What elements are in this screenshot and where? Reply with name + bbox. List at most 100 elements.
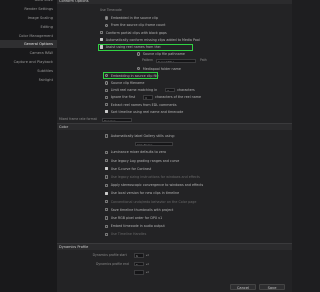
radio-button[interactable]	[137, 52, 141, 56]
checkbox[interactable]	[105, 110, 109, 114]
mixed-frame-rate-label: Mixed frame rate format	[59, 117, 97, 121]
conform-option-row[interactable]: Conform partial clips with black gaps	[100, 30, 167, 36]
conform-option-row[interactable]: Source clip file pathname	[137, 51, 185, 57]
dynamics-value-input[interactable]	[134, 270, 144, 275]
color-option-row[interactable]: Use legacy sizing instructions for windo…	[105, 174, 200, 180]
checkbox[interactable]	[105, 183, 109, 187]
dynamics-value-input[interactable]: 1	[134, 261, 144, 267]
number-input[interactable]: 0	[165, 87, 176, 93]
dynamics-value-input[interactable]: 1	[134, 253, 144, 258]
sidebar-item-editing[interactable]: Editing	[0, 23, 57, 31]
option-label: Use RGB pixel order for DPX v1	[110, 216, 163, 220]
option-label: Save timeline thumbnails with project	[110, 207, 174, 212]
gallery-label-select[interactable]: Clip Name	[135, 141, 173, 147]
sidebar-item-capture-and-playback[interactable]: Capture and Playback	[0, 58, 57, 66]
option-suffix: characters	[177, 88, 195, 93]
cancel-button[interactable]: Cancel	[230, 283, 256, 290]
sidebar-item-camera-raw[interactable]: Camera RAW	[0, 49, 57, 57]
option-suffix: characters of the reel name	[155, 95, 202, 100]
checkbox[interactable]	[105, 95, 109, 99]
dynamics-label: Dynamics profile start	[92, 253, 127, 257]
checkbox[interactable]	[100, 31, 104, 35]
checkbox[interactable]	[105, 175, 109, 179]
conform-option-row[interactable]: From the source clip frame count	[105, 22, 165, 28]
checkbox[interactable]	[105, 150, 109, 154]
stepper-arrows-icon[interactable]: ▴▾	[146, 270, 149, 274]
color-option-row[interactable]: Automatically label Gallery stills using…	[105, 133, 175, 139]
radio-button[interactable]	[105, 16, 109, 20]
color-option-row[interactable]: Embed timecode in audio output	[105, 223, 165, 229]
option-label: Sort timeline using reel name and timeco…	[110, 109, 184, 114]
radio-button[interactable]	[137, 66, 141, 71]
option-label: Limit reel name matching in	[110, 88, 158, 93]
color-option-row[interactable]: Luminance mixer defaults to zero	[105, 149, 166, 155]
option-label: Extract reel names from EDL comments	[110, 102, 177, 107]
checkbox[interactable]	[105, 88, 109, 92]
pattern-label: Pattern	[142, 58, 154, 63]
checkbox[interactable]	[105, 200, 109, 204]
settings-sidebar: Auto Save Render Settings Image Scaling Edi…	[0, 0, 57, 292]
option-label: Automatically conform missing clips adde…	[105, 37, 200, 42]
sidebar-item-render-settings[interactable]: Render Settings	[0, 5, 57, 13]
option-label: Use local version for new clips in timel…	[110, 191, 180, 196]
checkbox[interactable]	[105, 191, 109, 195]
pattern-input[interactable]: %reel(D%)	[156, 58, 196, 64]
conform-option-row[interactable]: Source clip filename	[105, 80, 144, 86]
color-option-row[interactable]: Conventional undo/redo behavior on the C…	[105, 199, 196, 205]
option-label: From the source clip frame count	[110, 23, 166, 28]
option-label: Use Timeline Handles	[110, 232, 147, 237]
checkbox[interactable]	[105, 167, 109, 171]
option-label: Source clip filename	[110, 81, 145, 85]
option-label: Conform partial clips with black gaps	[105, 30, 167, 35]
conform-section-header: Conform Options	[57, 0, 292, 4]
checkbox[interactable]	[105, 208, 109, 212]
conform-option-row[interactable]: Embedded in the source clip	[105, 15, 158, 21]
color-option-row[interactable]: Use Timeline Handles	[105, 231, 146, 237]
option-label: Source clip file pathname	[142, 52, 185, 57]
option-label: Mediapool folder name	[142, 66, 181, 71]
sidebar-item-general-options[interactable]: General Options	[0, 40, 57, 49]
timecode-label: Use Timecode	[100, 8, 122, 12]
radio-button[interactable]	[105, 81, 109, 85]
option-label: Apply stereoscopic convergence to window…	[110, 183, 204, 188]
conform-option-row[interactable]: Automatically conform missing clips adde…	[100, 37, 200, 43]
checkbox[interactable]	[100, 38, 104, 42]
option-label: Use legacy Log grading ranges and curve	[110, 158, 180, 163]
footer-bar: Cancel Save	[57, 282, 292, 292]
conform-option-row[interactable]: Sort timeline using reel name and timeco…	[105, 109, 183, 115]
pattern-path-label: Path	[200, 58, 207, 63]
checkbox[interactable]	[105, 159, 109, 163]
save-button[interactable]: Save	[259, 283, 285, 290]
color-option-row[interactable]: Use RGB pixel order for DPX v1	[105, 215, 162, 221]
number-input[interactable]: 0	[143, 95, 154, 100]
option-label: Luminance mixer defaults to zero	[110, 150, 166, 155]
color-section-header: Color	[57, 123, 292, 130]
mixed-frame-rate-select[interactable]: Resolve	[102, 117, 132, 123]
sidebar-item-subtitles[interactable]: Subtitles	[0, 67, 57, 75]
stepper-arrows-icon[interactable]: ▴▾	[146, 262, 149, 266]
color-option-row[interactable]: Use legacy Log grading ranges and curve	[105, 158, 179, 164]
sidebar-item-color-management[interactable]: Color Management	[0, 32, 57, 40]
radio-button[interactable]	[105, 23, 109, 28]
sidebar-item-fairlight[interactable]: Fairlight	[0, 76, 57, 84]
checkbox[interactable]	[105, 103, 109, 107]
conform-option-row[interactable]: Limit reel name matching in 0 characters	[105, 87, 195, 93]
conform-option-row[interactable]: Extract reel names from EDL comments	[105, 102, 177, 108]
sidebar-item-image-scaling[interactable]: Image Scaling	[0, 14, 57, 22]
conform-option-row[interactable]: Mediapool folder name	[137, 66, 181, 72]
option-label: Automatically label Gallery stills using…	[110, 134, 175, 138]
conform-option-row[interactable]: Ignore the first 0 characters of the reel …	[105, 94, 201, 100]
option-label: Conventional undo/redo behavior on the C…	[110, 199, 197, 204]
checkbox[interactable]	[105, 232, 109, 236]
color-option-row[interactable]: Use local version for new clips in timel…	[105, 190, 179, 196]
sidebar-item-auto-save[interactable]: Auto Save	[0, 0, 57, 4]
stepper-arrows-icon[interactable]: ▴▾	[146, 253, 149, 257]
option-label: Use legacy sizing instructions for windo…	[110, 175, 200, 179]
checkbox[interactable]	[105, 134, 109, 138]
checkbox[interactable]	[105, 224, 109, 228]
color-option-row[interactable]: Use S-curve for Contrast	[105, 166, 151, 172]
option-label: Ignore the first	[110, 95, 136, 100]
color-option-row[interactable]: Apply stereoscopic convergence to window…	[105, 182, 203, 188]
checkbox[interactable]	[105, 216, 109, 220]
color-option-row[interactable]: Save timeline thumbnails with project	[105, 207, 173, 213]
